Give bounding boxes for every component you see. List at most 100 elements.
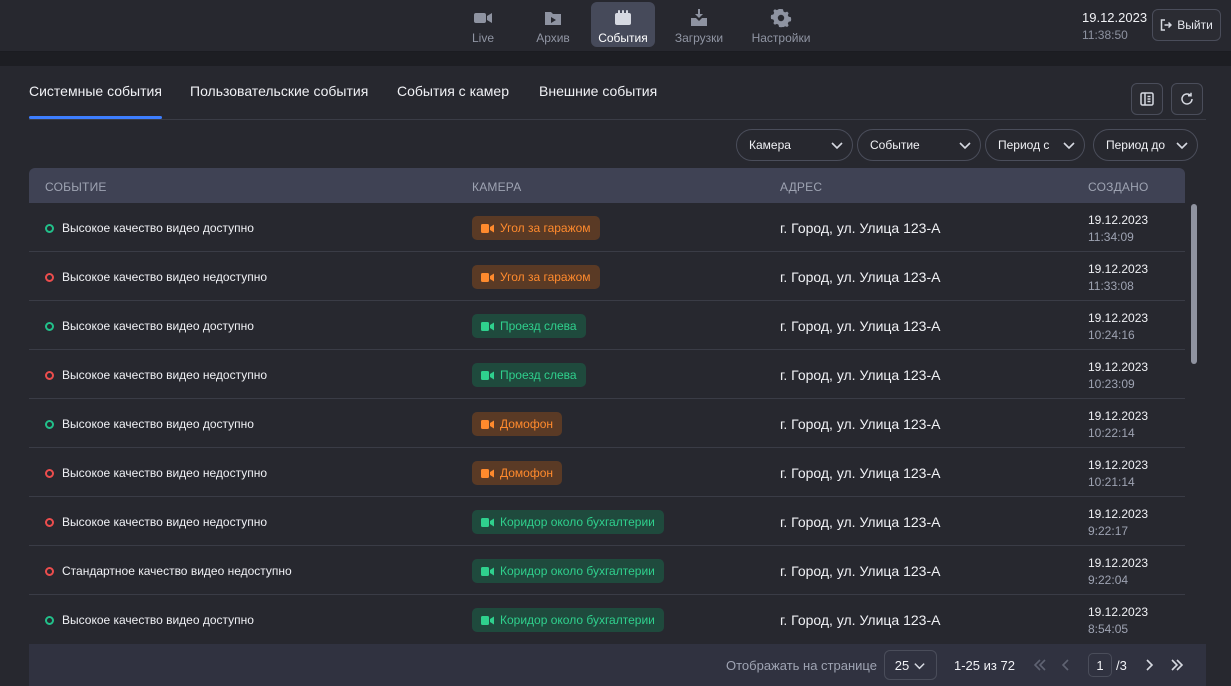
scrollbar-thumb[interactable] [1191,204,1197,364]
chevron-down-icon [1176,142,1188,150]
camera-filter[interactable]: Камера [736,129,853,161]
event-cell: Высокое качество видео недоступно [45,270,267,284]
table-row[interactable]: Высокое качество видео недоступно Угол за… [29,252,1185,301]
address-cell: г. Город, ул. Улица 123-А [780,367,941,383]
status-dot [45,468,54,478]
camera-badge[interactable]: Коридор около бухгалтерии [472,559,664,583]
camera-badge[interactable]: Угол за гаражом [472,265,600,289]
events-table-body: Высокое качество видео доступно Угол за г… [29,203,1185,643]
event-tabs: Системные события Пользовательские событ… [29,66,1206,120]
event-text: Высокое качество видео доступно [62,319,254,333]
logout-button[interactable]: Выйти [1152,9,1221,41]
event-filter[interactable]: Событие [857,129,981,161]
camera-badge[interactable]: Угол за гаражом [472,216,600,240]
event-cell: Высокое качество видео недоступно [45,368,267,382]
clock-time: 11:38:50 [1082,28,1128,42]
period-to-filter[interactable]: Период до [1093,129,1198,161]
tab-system-events[interactable]: Системные события [29,83,162,119]
camera-name: Угол за гаражом [500,270,591,284]
nav-archive[interactable]: Архив [521,2,585,47]
chevron-left-icon [1061,659,1069,671]
nav-settings[interactable]: Настройки [743,2,819,47]
created-cell: 19.12.2023 11:34:09 [1088,213,1148,244]
event-text: Высокое качество видео недоступно [62,270,268,284]
nav-downloads[interactable]: Загрузки [661,2,737,47]
prev-page-button[interactable] [1057,656,1075,674]
events-panel: Системные события Пользовательские событ… [0,66,1231,686]
nav-live[interactable]: Live [451,2,515,47]
created-date: 19.12.2023 [1088,360,1149,374]
nav-live-label: Live [471,31,494,45]
status-dot [45,370,54,380]
created-cell: 19.12.2023 10:24:16 [1088,311,1148,342]
download-icon [691,9,707,26]
event-text: Стандартное качество видео недоступно [62,564,292,578]
header-event[interactable]: СОБЫТИЕ [45,180,107,194]
event-text: Высокое качество видео доступно [62,221,254,235]
header-address[interactable]: АДРЕС [780,180,822,194]
video-camera-icon [481,419,494,429]
camera-badge[interactable]: Коридор около бухгалтерии [472,608,664,632]
table-row[interactable]: Высокое качество видео недоступно Проезд … [29,350,1185,399]
table-row[interactable]: Высокое качество видео доступно Угол за г… [29,203,1185,252]
camera-name: Угол за гаражом [500,221,591,235]
range-text: 1-25 из 72 [954,658,1015,673]
last-page-button[interactable] [1168,656,1186,674]
table-row[interactable]: Стандартное качество видео недоступно Кор… [29,546,1185,595]
video-camera-icon [481,370,494,380]
camera-badge[interactable]: Проезд слева [472,363,586,387]
table-row[interactable]: Высокое качество видео доступно Проезд сл… [29,301,1185,350]
address-cell: г. Город, ул. Улица 123-А [780,612,941,628]
nav-events[interactable]: События [591,2,655,47]
created-cell: 19.12.2023 9:22:04 [1088,556,1148,587]
event-cell: Высокое качество видео доступно [45,613,254,627]
created-date: 19.12.2023 [1088,311,1149,325]
video-camera-icon [481,615,494,625]
address-cell: г. Город, ул. Улица 123-А [780,465,941,481]
created-cell: 19.12.2023 10:23:09 [1088,360,1148,391]
tab-user-events[interactable]: Пользовательские события [190,83,368,99]
status-dot [45,566,54,576]
logout-icon [1160,19,1173,31]
status-dot [45,272,54,282]
table-row[interactable]: Высокое качество видео доступно Коридор о… [29,595,1185,643]
clock: 19.12.2023 11:38:50 [1082,10,1147,42]
per-page-select[interactable]: 25 [884,650,937,680]
camera-icon [474,13,492,23]
created-cell: 19.12.2023 10:22:14 [1088,409,1148,440]
camera-badge[interactable]: Домофон [472,461,563,485]
event-filter-label: Событие [870,138,920,152]
columns-button[interactable] [1131,83,1163,115]
events-icon [615,10,631,25]
period-from-label: Период с [998,138,1050,152]
chevron-right-icon [1146,659,1154,671]
per-page-value: 25 [894,657,910,673]
archive-play-icon [545,12,561,25]
created-date: 19.12.2023 [1088,409,1149,423]
table-row[interactable]: Высокое качество видео недоступно Коридор… [29,497,1185,546]
header-camera[interactable]: КАМЕРА [472,180,521,194]
header-created[interactable]: СОЗДАНО [1088,180,1149,194]
created-time: 10:24:16 [1088,328,1135,342]
event-text: Высокое качество видео недоступно [62,515,268,529]
tab-camera-events[interactable]: События с камер [397,83,509,99]
table-row[interactable]: Высокое качество видео доступно Домофон г.… [29,399,1185,448]
camera-badge[interactable]: Проезд слева [472,314,586,338]
current-page-input[interactable]: 1 [1088,653,1112,677]
period-from-filter[interactable]: Период с [985,129,1085,161]
next-page-button[interactable] [1140,656,1158,674]
tab-external-events[interactable]: Внешние события [539,83,657,99]
status-dot [45,223,54,233]
created-time: 9:22:17 [1088,524,1129,538]
created-date: 19.12.2023 [1088,605,1149,619]
created-time: 8:54:05 [1088,622,1129,636]
main-nav: Live Архив События Загрузки Настройки [451,2,819,48]
created-date: 19.12.2023 [1088,213,1149,227]
table-row[interactable]: Высокое качество видео недоступно Домофон… [29,448,1185,497]
period-to-label: Период до [1106,138,1166,152]
camera-badge[interactable]: Домофон [472,412,563,436]
refresh-button[interactable] [1171,83,1203,115]
address-cell: г. Город, ул. Улица 123-А [780,220,941,236]
first-page-button[interactable] [1031,656,1049,674]
camera-badge[interactable]: Коридор около бухгалтерии [472,510,664,534]
